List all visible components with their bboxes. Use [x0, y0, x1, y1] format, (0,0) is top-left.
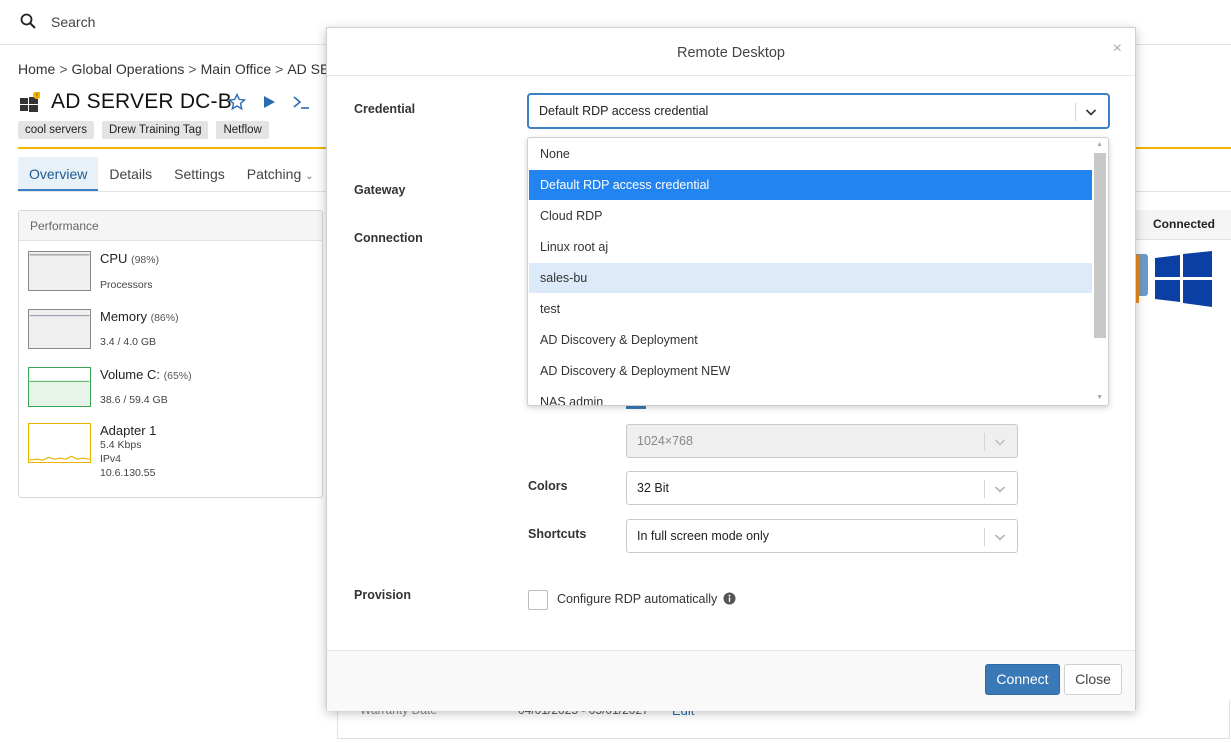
select-divider [1075, 103, 1076, 121]
memory-label: Memory (86%) [100, 309, 179, 324]
tag-netflow[interactable]: Netflow [216, 121, 269, 139]
credential-select[interactable]: Default RDP access credential [528, 94, 1109, 128]
credential-option[interactable]: AD Discovery & Deployment NEW [529, 356, 1092, 386]
title-actions [228, 93, 310, 111]
breadcrumb-separator: > [275, 61, 284, 77]
credential-dropdown: None Default RDP access credential Cloud… [527, 137, 1109, 406]
star-icon[interactable] [228, 93, 246, 111]
close-icon[interactable]: × [1113, 40, 1122, 58]
play-icon[interactable] [260, 93, 278, 111]
device-tags: cool servers Drew Training Tag Netflow [18, 121, 269, 139]
search-icon[interactable] [20, 13, 36, 29]
credential-select-value: Default RDP access credential [539, 104, 709, 118]
performance-title: Performance [19, 211, 322, 241]
memory-label-text: Memory [100, 309, 147, 324]
chevron-down-icon: ⌄ [305, 171, 314, 182]
windows-logo-icon [1155, 251, 1212, 307]
volume-label-text: Volume C: [100, 367, 160, 382]
chevron-down-icon [1085, 109, 1097, 116]
tab-details[interactable]: Details [98, 157, 163, 191]
chevron-down-icon [995, 534, 1005, 541]
breadcrumb-global-operations[interactable]: Global Operations [72, 61, 185, 77]
colors-label: Colors [528, 479, 568, 493]
breadcrumb-home[interactable]: Home [18, 61, 55, 77]
credential-option[interactable]: AD Discovery & Deployment [529, 325, 1092, 355]
performance-panel: Performance CPU (98%) Processors Memory … [18, 210, 323, 498]
colors-select[interactable]: 32 Bit [626, 471, 1018, 505]
provision-label: Provision [354, 588, 411, 602]
adapter-graph [28, 423, 91, 463]
tab-overview[interactable]: Overview [18, 157, 99, 191]
adapter-protocol: IPv4 [100, 453, 122, 465]
volume-percent: (65%) [163, 370, 192, 382]
adapter-ip: 10.6.130.55 [100, 467, 156, 479]
volume-label: Volume C: (65%) [100, 367, 192, 382]
tag-cool-servers[interactable]: cool servers [18, 121, 94, 139]
device-title: AD SERVER DC-B [51, 90, 232, 113]
modal-header-divider [327, 75, 1135, 76]
tab-settings[interactable]: Settings [163, 157, 236, 191]
scroll-up-icon[interactable]: ▲ [1096, 141, 1103, 148]
credential-option[interactable]: Cloud RDP [529, 201, 1092, 231]
volume-graph [28, 367, 91, 407]
credential-option[interactable]: None [529, 139, 1092, 169]
breadcrumb-separator: > [188, 61, 197, 77]
cpu-label: CPU (98%) [100, 251, 159, 266]
gateway-label: Gateway [354, 183, 406, 197]
close-button[interactable]: Close [1064, 664, 1122, 695]
tab-patching[interactable]: Patching ⌄ [236, 157, 325, 191]
configure-rdp-label[interactable]: Configure RDP automatically [557, 592, 717, 606]
modal-title: Remote Desktop [677, 45, 785, 61]
breadcrumb-separator: > [59, 61, 68, 77]
credential-option[interactable]: NAS admin [529, 387, 1092, 405]
credential-option-hover[interactable]: sales-bu [529, 263, 1092, 293]
configure-rdp-checkbox[interactable] [528, 590, 548, 610]
resolution-select: 1024×768 [626, 424, 1018, 458]
scroll-down-icon[interactable]: ▼ [1096, 394, 1103, 401]
windows-device-icon: ! [20, 92, 40, 112]
memory-graph [28, 309, 91, 349]
credential-option[interactable]: Linux root aj [529, 232, 1092, 262]
memory-percent: (86%) [150, 312, 179, 324]
shortcuts-select-value: In full screen mode only [637, 529, 770, 543]
chevron-down-icon [995, 439, 1005, 446]
info-icon[interactable] [723, 592, 736, 605]
adapter-label: Adapter 1 [100, 423, 157, 438]
shortcuts-select[interactable]: In full screen mode only [626, 519, 1018, 553]
device-tabs: Overview Details Settings Patching ⌄ [18, 157, 325, 191]
adapter-speed: 5.4 Kbps [100, 439, 142, 451]
resolution-select-value: 1024×768 [637, 434, 693, 448]
credential-option-selected[interactable]: Default RDP access credential [529, 170, 1092, 200]
volume-sub: 38.6 / 59.4 GB [100, 394, 168, 406]
select-divider [984, 528, 985, 546]
search-input[interactable]: Search [51, 14, 95, 30]
credential-label: Credential [354, 102, 416, 116]
svg-text:!: ! [36, 93, 38, 100]
cpu-graph [28, 251, 91, 291]
chevron-down-icon [995, 486, 1005, 493]
connection-status: Connected [1153, 217, 1216, 231]
tab-patching-label: Patching [246, 166, 302, 182]
credential-option[interactable]: test [529, 294, 1092, 324]
shortcuts-label: Shortcuts [528, 527, 587, 541]
breadcrumb-main-office[interactable]: Main Office [201, 61, 272, 77]
connect-button[interactable]: Connect [985, 664, 1060, 695]
cpu-percent: (98%) [131, 254, 160, 266]
cpu-sub: Processors [100, 279, 153, 291]
tag-drew-training[interactable]: Drew Training Tag [102, 121, 209, 139]
memory-sub: 3.4 / 4.0 GB [100, 336, 157, 348]
select-divider [984, 480, 985, 498]
connection-label: Connection [354, 231, 423, 245]
colors-select-value: 32 Bit [637, 481, 669, 495]
dropdown-scrollbar[interactable] [1094, 153, 1106, 338]
cpu-label-text: CPU [100, 251, 128, 266]
select-divider [984, 433, 985, 451]
terminal-icon[interactable] [292, 93, 310, 111]
